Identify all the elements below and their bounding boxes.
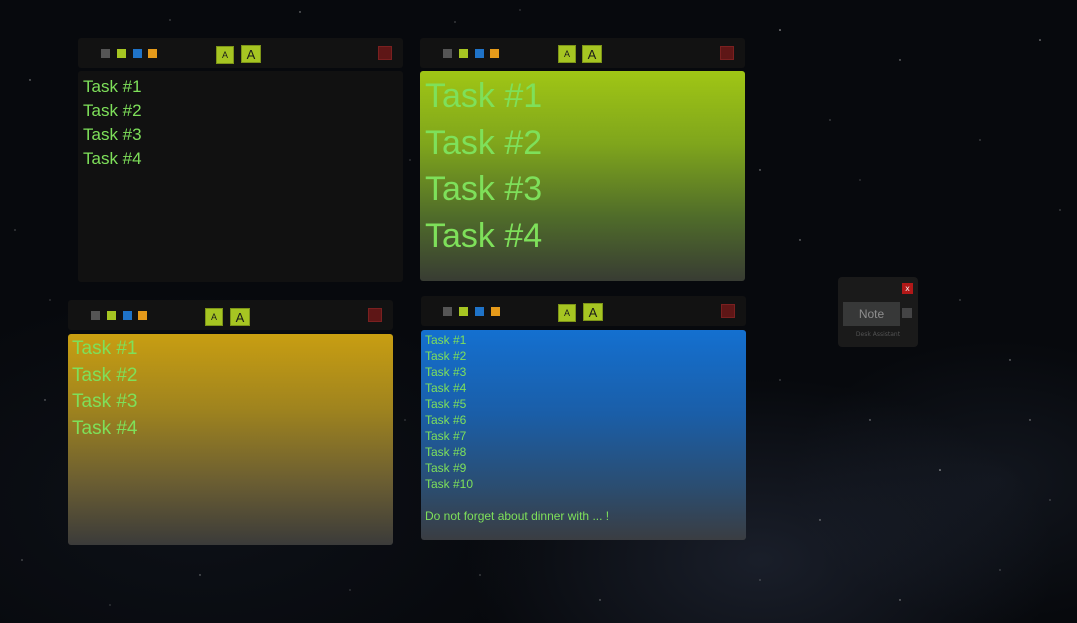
blue-color-swatch[interactable] — [475, 307, 484, 316]
note-toolbar[interactable]: A A — [420, 38, 745, 68]
close-note-button[interactable] — [720, 46, 734, 60]
launcher-toggle[interactable] — [902, 308, 912, 318]
task-line: Task #9 — [425, 461, 467, 475]
task-line: Task #1 — [83, 77, 142, 96]
gray-color-swatch[interactable] — [443, 307, 452, 316]
task-line: Task #3 — [72, 391, 138, 412]
orange-color-swatch[interactable] — [148, 49, 157, 58]
note-launcher-widget[interactable]: x Note Desk Assistant — [838, 277, 918, 347]
increase-font-button[interactable]: A — [241, 45, 261, 63]
lime-color-swatch[interactable] — [459, 49, 468, 58]
close-note-button[interactable] — [378, 46, 392, 60]
blue-color-swatch[interactable] — [133, 49, 142, 58]
launcher-footer-text: Desk Assistant — [855, 331, 901, 338]
task-line: Task #6 — [425, 413, 467, 427]
task-line: Task #1 — [425, 333, 467, 347]
task-line: Task #10 — [425, 477, 474, 491]
task-line: Task #2 — [425, 349, 467, 363]
orange-color-swatch[interactable] — [138, 311, 147, 320]
orange-color-swatch[interactable] — [491, 307, 500, 316]
note-text-area[interactable]: Task #1 Task #2 Task #3 Task #4 — [420, 71, 745, 281]
task-line: Task #7 — [425, 429, 467, 443]
memo-line: Do not forget about dinner with ... ! — [425, 509, 610, 523]
task-line: Task #3 — [425, 365, 467, 379]
task-line: Task #4 — [425, 381, 467, 395]
new-note-button[interactable]: Note — [843, 302, 900, 326]
gray-color-swatch[interactable] — [101, 49, 110, 58]
blue-color-swatch[interactable] — [475, 49, 484, 58]
task-line: Task #5 — [425, 397, 467, 411]
note-text-area[interactable]: Task #1 Task #2 Task #3 Task #4 — [78, 71, 403, 282]
task-line: Task #8 — [425, 445, 467, 459]
blue-color-swatch[interactable] — [123, 311, 132, 320]
lime-color-swatch[interactable] — [459, 307, 468, 316]
task-line: Task #4 — [425, 216, 543, 255]
task-line: Task #4 — [83, 149, 142, 168]
gray-color-swatch[interactable] — [443, 49, 452, 58]
orange-color-swatch[interactable] — [490, 49, 499, 58]
close-note-button[interactable] — [368, 308, 382, 322]
task-line: Task #2 — [425, 123, 543, 162]
task-line: Task #1 — [425, 77, 543, 115]
task-line: Task #3 — [83, 125, 142, 144]
note-text-area[interactable]: Task #1 Task #2 Task #3 Task #4 Task #5 … — [421, 330, 746, 540]
close-launcher-button[interactable]: x — [902, 283, 913, 294]
task-line: Task #1 — [72, 338, 138, 359]
sticky-note-amber: A A Task #1 Task #2 Task #3 Task #4 — [68, 300, 393, 545]
increase-font-button[interactable]: A — [230, 308, 250, 326]
note-toolbar[interactable]: A A — [421, 296, 746, 326]
sticky-note-blue: A A Task #1 Task #2 Task #3 Task #4 Task… — [421, 296, 746, 540]
lime-color-swatch[interactable] — [107, 311, 116, 320]
note-text-area[interactable]: Task #1 Task #2 Task #3 Task #4 — [68, 334, 393, 545]
decrease-font-button[interactable]: A — [205, 308, 223, 326]
close-note-button[interactable] — [721, 304, 735, 318]
decrease-font-button[interactable]: A — [558, 304, 576, 322]
task-line: Task #3 — [425, 170, 543, 208]
task-line: Task #4 — [72, 417, 138, 439]
decrease-font-button[interactable]: A — [216, 46, 234, 64]
gray-color-swatch[interactable] — [91, 311, 100, 320]
sticky-note-lime: A A Task #1 Task #2 Task #3 Task #4 — [420, 38, 745, 281]
decrease-font-button[interactable]: A — [558, 45, 576, 63]
note-toolbar[interactable]: A A — [68, 300, 393, 330]
task-line: Task #2 — [72, 364, 138, 386]
note-toolbar[interactable]: A A — [78, 38, 403, 68]
increase-font-button[interactable]: A — [582, 45, 602, 63]
increase-font-button[interactable]: A — [583, 303, 603, 321]
lime-color-swatch[interactable] — [117, 49, 126, 58]
sticky-note-black: A A Task #1 Task #2 Task #3 Task #4 — [78, 38, 403, 282]
task-line: Task #2 — [83, 101, 142, 120]
